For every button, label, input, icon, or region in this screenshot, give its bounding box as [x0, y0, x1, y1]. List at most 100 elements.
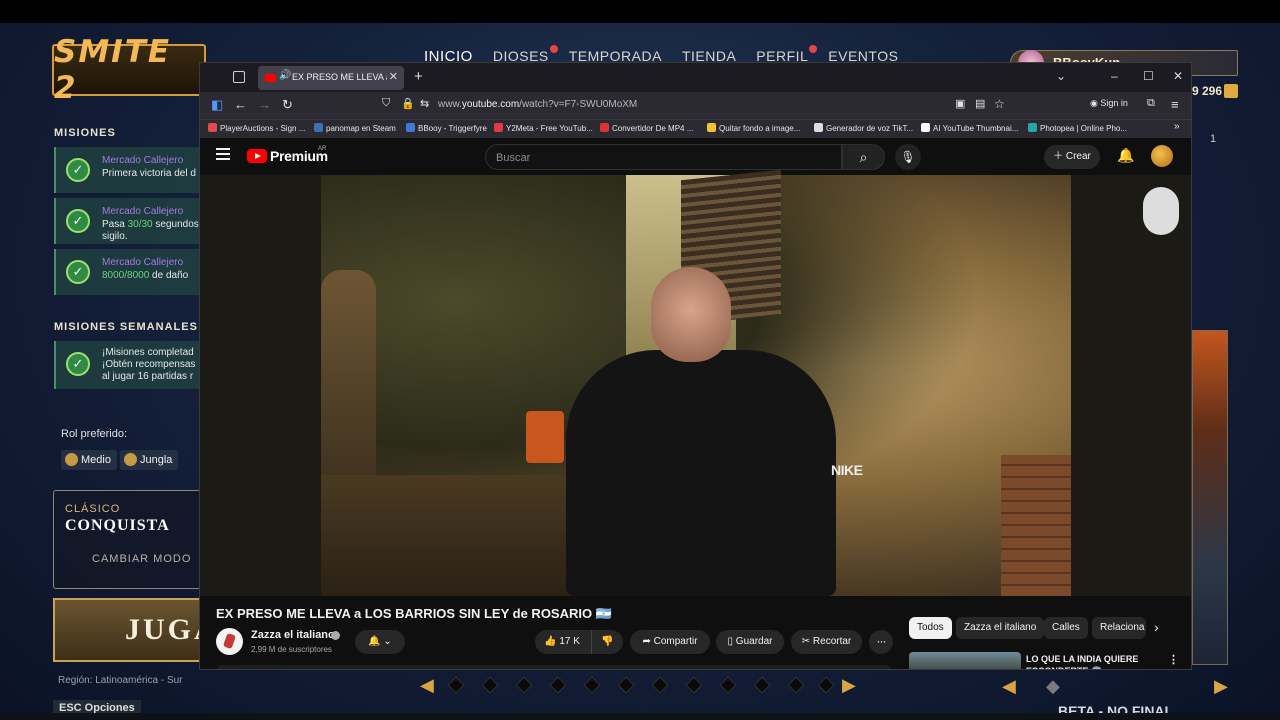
- filter-chip-related[interactable]: Relaciona: [1092, 617, 1146, 639]
- reload-icon[interactable]: ↻: [282, 97, 293, 113]
- carousel-slot[interactable]: [753, 676, 771, 694]
- recommended-thumbnail[interactable]: [909, 652, 1021, 669]
- speaker-icon[interactable]: 🔊: [279, 70, 291, 81]
- create-button[interactable]: ＋ Crear: [1044, 145, 1100, 169]
- weekly-missions-title: MISIONES SEMANALES: [54, 321, 198, 333]
- new-tab-icon[interactable]: +: [414, 68, 423, 85]
- role-icon: [124, 453, 137, 466]
- tab-overview-icon[interactable]: [233, 71, 245, 83]
- mission-card[interactable]: ✓ Mercado Callejero Primera victoria del…: [54, 147, 214, 193]
- reader-view-icon[interactable]: ▤: [975, 97, 985, 110]
- carousel-left-arrow-icon[interactable]: ◀: [420, 675, 434, 696]
- minimize-icon[interactable]: –: [1111, 69, 1118, 83]
- sign-in-button[interactable]: ◉ Sign in: [1090, 98, 1128, 109]
- carousel-slot[interactable]: [651, 676, 669, 694]
- carousel-slot[interactable]: [447, 676, 465, 694]
- check-icon: ✓: [66, 209, 90, 233]
- filter-chip-calles[interactable]: Calles: [1044, 617, 1088, 639]
- mission-card[interactable]: ✓ Mercado Callejero Pasa 30/30 segundos s…: [54, 198, 214, 244]
- nav-bar: ◧ ← → ↻ ⛉ 🔒 ⇆ www.youtube.com/watch?v=F7…: [200, 92, 1191, 119]
- maximize-icon[interactable]: ☐: [1143, 69, 1154, 83]
- description-box[interactable]: [216, 665, 892, 669]
- tab-list-chevron-icon[interactable]: ⌄: [1056, 69, 1066, 83]
- right-arrow-icon[interactable]: ▶: [1214, 676, 1228, 697]
- bookmark-item[interactable]: BBooy - Triggerfyre: [406, 123, 487, 133]
- chips-next-icon[interactable]: ›: [1154, 619, 1159, 635]
- sign-in-label: Sign in: [1100, 98, 1128, 108]
- god-portrait-card[interactable]: [1192, 330, 1228, 665]
- menu-icon[interactable]: [216, 148, 230, 160]
- carousel-slot[interactable]: [787, 676, 805, 694]
- bookmark-star-icon[interactable]: ☆: [994, 97, 1005, 111]
- channel-name[interactable]: Zazza el italiano: [251, 629, 335, 641]
- save-button[interactable]: ▯ Guardar: [716, 630, 784, 654]
- video-player[interactable]: NIKE: [200, 169, 1191, 596]
- change-mode-button[interactable]: CAMBIAR MODO: [92, 553, 191, 565]
- bookmarks-overflow-icon[interactable]: »: [1174, 121, 1180, 132]
- carousel-slot[interactable]: [817, 676, 835, 694]
- voice-search-button[interactable]: 🎙: [895, 144, 921, 170]
- god-carousel: ◀ ▶: [420, 675, 860, 697]
- role-chip-medio[interactable]: Medio: [61, 450, 117, 470]
- bookmark-item[interactable]: Y2Meta - Free YouTub...: [494, 123, 593, 133]
- permissions-icon[interactable]: ⇆: [420, 97, 429, 110]
- picture-in-picture-icon[interactable]: ▣: [955, 97, 965, 110]
- back-icon[interactable]: ←: [234, 97, 247, 112]
- youtube-logo-icon[interactable]: [247, 149, 267, 163]
- recommended-menu-icon[interactable]: ⋮: [1168, 653, 1179, 666]
- address-bar[interactable]: www.youtube.com/watch?v=F7-SWU0MoXM: [438, 99, 637, 110]
- carousel-slot[interactable]: [617, 676, 635, 694]
- lock-icon[interactable]: 🔒: [401, 97, 415, 110]
- missions-title: MISIONES: [54, 127, 116, 139]
- search-button[interactable]: ⌕: [842, 144, 885, 170]
- subscribe-bell-button[interactable]: 🔔 ⌄: [355, 630, 405, 654]
- shield-icon[interactable]: ⛉: [382, 97, 390, 110]
- bookmark-item[interactable]: Convertidor De MP4 ...: [600, 123, 693, 133]
- left-arrow-icon[interactable]: ◀: [1002, 676, 1016, 697]
- filter-chip-channel[interactable]: Zazza el italiano: [956, 617, 1045, 639]
- search-input[interactable]: [496, 150, 826, 166]
- dislike-button[interactable]: 👎: [591, 630, 623, 654]
- carousel-right-arrow-icon[interactable]: ▶: [842, 675, 856, 696]
- close-window-icon[interactable]: ✕: [1173, 69, 1183, 83]
- notifications-bell-icon[interactable]: 🔔: [1117, 147, 1134, 164]
- carousel-slot[interactable]: [583, 676, 601, 694]
- forward-icon[interactable]: →: [258, 97, 271, 112]
- role-chip-jungla[interactable]: Jungla: [120, 450, 179, 470]
- mission-card[interactable]: ✓ Mercado Callejero 8000/8000 de daño: [54, 249, 214, 295]
- share-button[interactable]: ➦ Compartir: [630, 630, 710, 654]
- youtube-header: Premium AR ⌕ 🎙 ＋ Crear 🔔: [200, 138, 1191, 175]
- filter-chip-all[interactable]: Todos: [909, 617, 952, 639]
- account-avatar[interactable]: [1151, 145, 1173, 167]
- bookmark-item[interactable]: Generador de voz TikT...: [814, 123, 913, 133]
- carousel-slot[interactable]: [685, 676, 703, 694]
- recommended-title[interactable]: LO QUE LA INDIA QUIERE ESCONDERTE 😱: [1026, 653, 1146, 669]
- weekly-line1: ¡Misiones completad: [102, 347, 194, 358]
- like-button[interactable]: 👍 17 K: [535, 630, 589, 654]
- bookmark-favicon-icon: [494, 123, 503, 132]
- carousel-slot[interactable]: [719, 676, 737, 694]
- tab-close-icon[interactable]: ✕: [389, 70, 398, 83]
- weekly-mission-card[interactable]: ✓ ¡Misiones completad ¡Obtén recompensas a…: [54, 341, 214, 389]
- carousel-slot[interactable]: [481, 676, 499, 694]
- game-mode-card[interactable]: CLÁSICO CONQUISTA CAMBIAR MODO: [53, 490, 205, 589]
- bookmark-item[interactable]: PlayerAuctions - Sign ...: [208, 123, 305, 133]
- extensions-icon[interactable]: ⧉: [1147, 97, 1155, 110]
- channel-avatar[interactable]: [216, 628, 243, 655]
- bookmark-item[interactable]: Quitar fondo a image...: [707, 123, 800, 133]
- more-actions-icon[interactable]: ···: [869, 630, 893, 654]
- active-tab[interactable]: 🔊 EX PRESO ME LLEVA a LOS ✕: [258, 66, 404, 90]
- bookmark-item[interactable]: panomap en Steam: [314, 123, 396, 133]
- sidebar-icon[interactable]: ◧: [211, 97, 223, 113]
- bookmark-item[interactable]: AI YouTube Thumbnai...: [921, 123, 1018, 133]
- browser-window: 🔊 EX PRESO ME LLEVA a LOS ✕ + ⌄ – ☐ ✕ ◧ …: [199, 62, 1192, 670]
- mission-title: Mercado Callejero: [102, 206, 184, 217]
- currency-amount: 9 296: [1192, 84, 1223, 98]
- carousel-slot[interactable]: [549, 676, 567, 694]
- play-button[interactable]: JUGA: [53, 598, 216, 662]
- app-menu-icon[interactable]: ≡: [1171, 97, 1179, 112]
- clip-button[interactable]: ✂ Recortar: [791, 630, 862, 654]
- carousel-slot[interactable]: [515, 676, 533, 694]
- bookmark-item[interactable]: Photopea | Online Pho...: [1028, 123, 1127, 133]
- bookmark-favicon-icon: [406, 123, 415, 132]
